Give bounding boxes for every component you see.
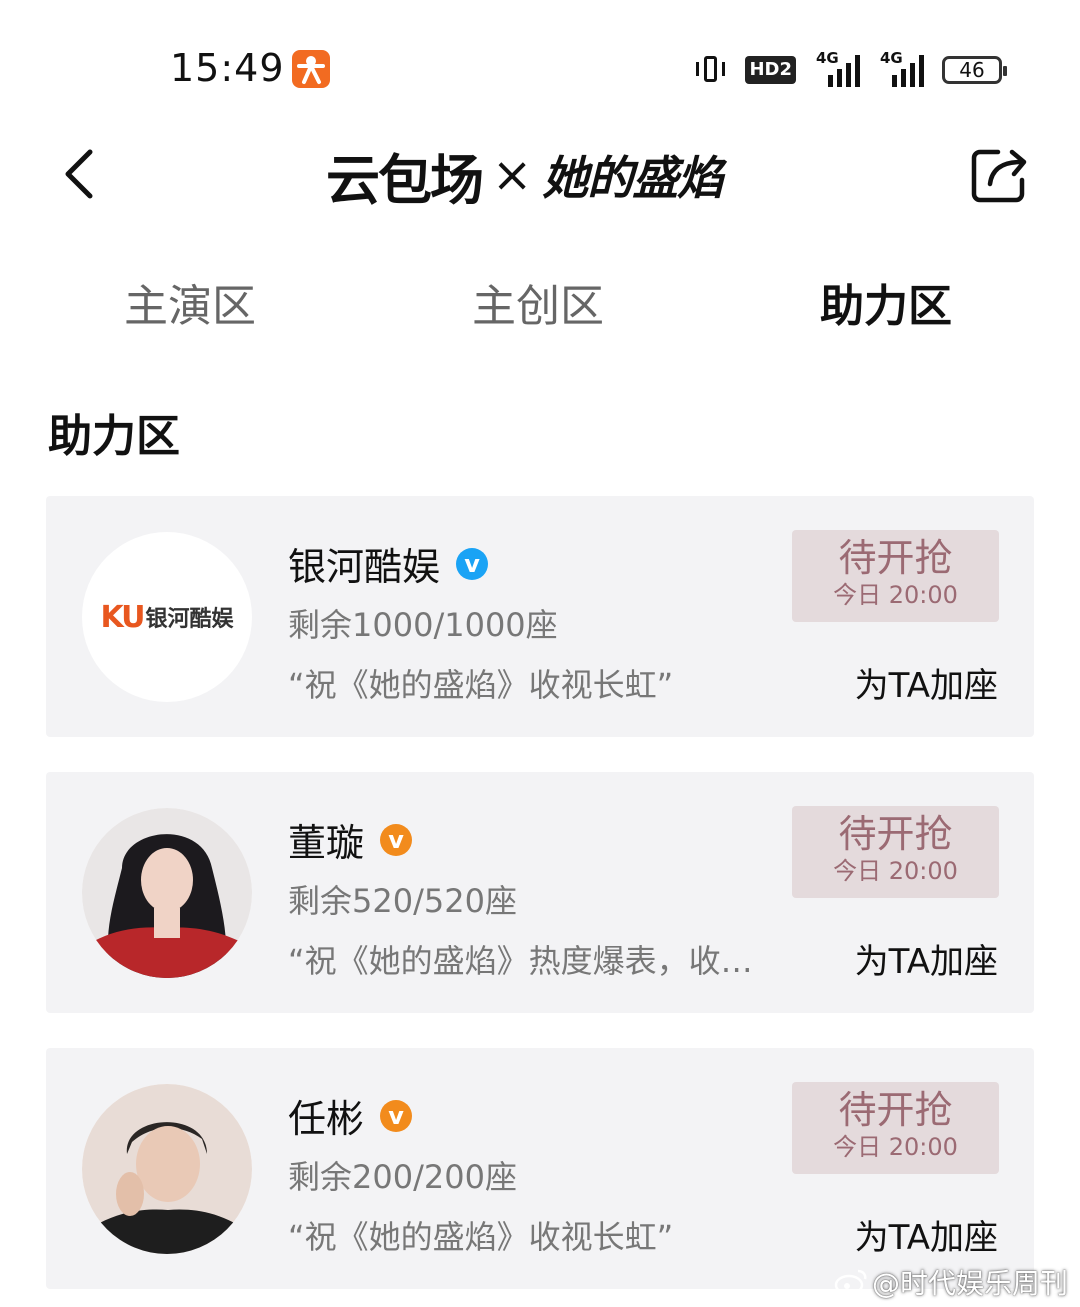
event-logo: 云包场 × 她的盛焰 xyxy=(326,140,723,212)
section-title: 助力区 xyxy=(48,411,180,462)
verified-badge-icon: v xyxy=(380,823,413,856)
verified-badge-icon: v xyxy=(456,547,489,580)
add-seat-link[interactable]: 为TA加座 xyxy=(855,658,998,707)
grab-status-button[interactable]: 待开抢 今日 20:00 xyxy=(792,806,999,898)
name-row: 董璇 v xyxy=(288,812,413,867)
logo-cross: × xyxy=(492,147,533,203)
grab-status-button[interactable]: 待开抢 今日 20:00 xyxy=(792,530,999,622)
tab-lead-actors[interactable]: 主演区 xyxy=(124,270,256,334)
watermark-text: @时代娱乐周刊 xyxy=(871,1267,1068,1300)
grab-status-button[interactable]: 待开抢 今日 20:00 xyxy=(792,1082,999,1174)
ku-logo: KU 银河酷娱 xyxy=(100,599,234,635)
avatar-photo xyxy=(82,808,252,978)
logo-yunbaochang: 云包场 xyxy=(326,148,484,212)
grab-time: 今日 20:00 xyxy=(833,857,958,885)
logo-drama-title: 她的盛焰 xyxy=(542,151,723,205)
avatar: KU 银河酷娱 xyxy=(82,532,252,702)
back-button[interactable] xyxy=(60,146,110,206)
grab-time: 今日 20:00 xyxy=(833,581,958,609)
tab-bar: 主演区 主创区 助力区 xyxy=(0,270,1080,340)
signal-icon-1: 4G xyxy=(814,49,860,87)
supporter-name: 任彬 xyxy=(288,1097,365,1141)
seats-remaining: 剩余200/200座 xyxy=(288,1158,517,1196)
share-icon xyxy=(971,149,1027,203)
name-row: 银河酷娱 v xyxy=(288,536,489,591)
status-time: 15:49 xyxy=(170,46,285,90)
nav-bar: 云包场 × 她的盛焰 xyxy=(0,130,1080,220)
grab-status: 待开抢 xyxy=(838,812,953,856)
avatar xyxy=(82,808,252,978)
battery-icon: 46 xyxy=(942,56,1007,84)
support-quote: “祝《她的盛焰》收视长虹” xyxy=(288,666,674,704)
support-quote: “祝《她的盛焰》热度爆表，收… xyxy=(288,942,753,980)
seats-remaining: 剩余520/520座 xyxy=(288,882,517,920)
add-seat-link[interactable]: 为TA加座 xyxy=(855,934,998,983)
supporter-name: 董璇 xyxy=(288,821,365,865)
vibrate-icon xyxy=(695,54,727,86)
verified-badge-icon: v xyxy=(380,1099,413,1132)
watermark: @时代娱乐周刊 xyxy=(834,1262,1068,1302)
status-indicators: HD2 4G 4G 46 xyxy=(695,49,1007,90)
tab-support[interactable]: 助力区 xyxy=(820,270,952,334)
list-item[interactable]: 任彬 v 剩余200/200座 “祝《她的盛焰》收视长虹” 待开抢 今日 20:… xyxy=(46,1048,1034,1289)
grab-status: 待开抢 xyxy=(838,536,953,580)
avatar-photo xyxy=(82,1084,252,1254)
grab-time: 今日 20:00 xyxy=(833,1133,958,1161)
status-bar: 15:49 HD2 4G 4G 46 xyxy=(0,0,1080,130)
chevron-left-icon xyxy=(65,149,93,199)
list-item[interactable]: KU 银河酷娱 银河酷娱 v 剩余1000/1000座 “祝《她的盛焰》收视长虹… xyxy=(46,496,1034,737)
tab-creators[interactable]: 主创区 xyxy=(472,270,604,334)
list-item[interactable]: 董璇 v 剩余520/520座 “祝《她的盛焰》热度爆表，收… 待开抢 今日 2… xyxy=(46,772,1034,1013)
avatar xyxy=(82,1084,252,1254)
support-quote: “祝《她的盛焰》收视长虹” xyxy=(288,1218,674,1256)
grab-status: 待开抢 xyxy=(838,1088,953,1132)
seats-remaining: 剩余1000/1000座 xyxy=(288,606,558,644)
name-row: 任彬 v xyxy=(288,1088,413,1143)
hd-voice-icon: HD2 xyxy=(745,56,796,84)
app-notification-icon xyxy=(292,50,330,88)
weibo-icon xyxy=(834,1269,867,1296)
add-seat-link[interactable]: 为TA加座 xyxy=(855,1210,998,1259)
share-button[interactable] xyxy=(968,144,1030,206)
supporter-name: 银河酷娱 xyxy=(288,545,441,589)
signal-icon-2: 4G xyxy=(878,49,924,87)
